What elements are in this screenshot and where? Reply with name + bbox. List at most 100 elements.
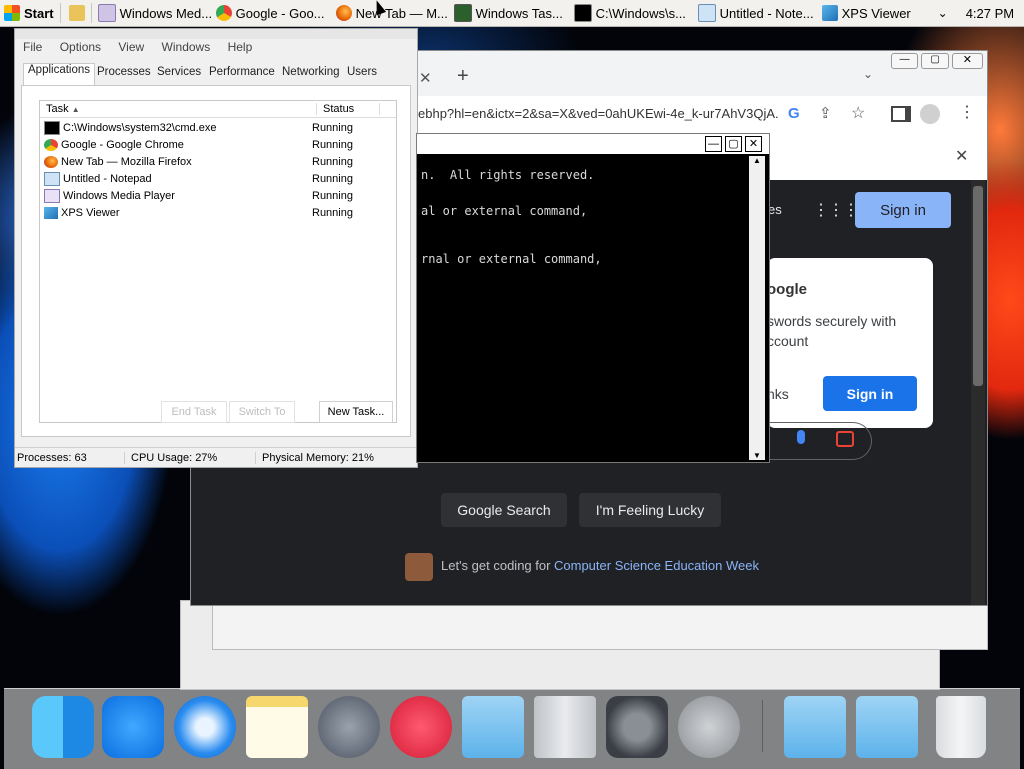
system-preferences-icon[interactable] <box>606 696 668 758</box>
taskbar-item-chrome[interactable]: Google - Goo... <box>212 2 332 24</box>
app-store-icon[interactable] <box>102 696 164 758</box>
minimize-icon[interactable]: — <box>891 53 919 69</box>
menu-file[interactable]: File <box>23 40 42 54</box>
doodle-link[interactable]: Computer Science Education Week <box>554 558 759 573</box>
taskbar-item-task-manager[interactable]: Windows Tas... <box>450 2 570 24</box>
list-item[interactable]: Untitled - Notepad Running <box>44 170 394 187</box>
column-header-task[interactable]: Task ▲ <box>40 103 317 115</box>
new-tab-icon[interactable]: + <box>457 65 469 88</box>
tray-chevron-icon[interactable]: ⌄ <box>938 6 948 20</box>
tab-performance[interactable]: Performance <box>205 66 279 84</box>
voice-search-icon[interactable] <box>797 430 805 444</box>
sign-in-popup: oogle swords securely with ccount nks Si… <box>767 258 933 428</box>
switch-to-button[interactable]: Switch To <box>229 401 295 423</box>
folder-icon[interactable] <box>462 696 524 758</box>
apps-grid-icon[interactable]: ⋮⋮⋮ <box>813 200 859 220</box>
popup-sign-in-button[interactable]: Sign in <box>823 376 917 411</box>
address-bar[interactable]: ebhp?hl=en&ictx=2&sa=X&ved=0ahUKEwi-4e_k… <box>418 106 778 121</box>
scroll-up-icon[interactable]: ▲ <box>753 156 761 165</box>
list-item[interactable]: Windows Media Player Running <box>44 187 394 204</box>
column-header-status[interactable]: Status <box>317 103 380 115</box>
list-item[interactable]: C:\Windows\system32\cmd.exe Running <box>44 119 394 136</box>
chrome-scrollbar-thumb[interactable] <box>973 186 983 386</box>
documents-folder-icon[interactable] <box>856 696 918 758</box>
menu-options[interactable]: Options <box>60 40 101 54</box>
quick-launch-folder-icon[interactable] <box>68 5 85 21</box>
cmd-close-icon[interactable]: ✕ <box>745 136 762 152</box>
safari-icon[interactable] <box>174 696 236 758</box>
profile-avatar-icon[interactable] <box>920 104 940 124</box>
cmd-maximize-icon[interactable]: ▢ <box>725 136 742 152</box>
menu-view[interactable]: View <box>118 40 144 54</box>
tab-users[interactable]: Users <box>343 66 381 84</box>
task-name: Google - Google Chrome <box>61 138 184 151</box>
task-name: XPS Viewer <box>61 206 120 219</box>
side-panel-icon[interactable] <box>891 106 911 122</box>
status-bar: Processes: 63 CPU Usage: 27% Physical Me… <box>15 447 417 467</box>
application-list[interactable]: Task ▲ Status C:\Windows\system32\cmd.ex… <box>39 100 397 423</box>
physical-memory: Physical Memory: 21% <box>262 451 374 464</box>
clock[interactable]: 4:27 PM <box>966 6 1014 21</box>
music-icon[interactable] <box>390 696 452 758</box>
feeling-lucky-button[interactable]: I'm Feeling Lucky <box>579 493 721 527</box>
tab-processes[interactable]: Processes <box>93 66 155 84</box>
end-task-button[interactable]: End Task <box>161 401 227 423</box>
cmd-icon <box>44 120 60 135</box>
task-status: Running <box>312 121 353 134</box>
media-player-icon <box>44 188 60 203</box>
new-task-label: New Task... <box>327 406 385 418</box>
google-search-button[interactable]: Google Search <box>441 493 567 527</box>
doodle-icon[interactable] <box>405 553 433 581</box>
list-item[interactable]: Google - Google Chrome Running <box>44 136 394 153</box>
power-icon[interactable] <box>678 696 740 758</box>
taskbar-item-firefox[interactable]: New Tab — M... <box>332 2 450 24</box>
tab-search-icon[interactable]: ⌄ <box>863 67 873 81</box>
tab-services[interactable]: Services <box>153 66 205 84</box>
cmd-titlebar[interactable]: — ▢ ✕ <box>417 134 769 154</box>
taskbar-item-notepad[interactable]: Untitled - Note... <box>694 2 818 24</box>
menu-windows[interactable]: Windows <box>162 40 211 54</box>
taskbar-item-cmd[interactable]: C:\Windows\s... <box>570 2 694 24</box>
task-manager-window: File Options View Windows Help Applicati… <box>14 28 418 468</box>
cmd-scrollbar[interactable]: ▲ ▼ <box>749 156 765 460</box>
menu-bar: File Options View Windows Help <box>23 40 266 54</box>
downloads-folder-icon[interactable] <box>784 696 846 758</box>
notepad-icon <box>44 171 60 186</box>
notepad-icon <box>697 4 716 22</box>
taskbar-separator <box>59 3 61 23</box>
cmd-output-line: al or external command, <box>421 204 588 218</box>
mac-pro-icon[interactable] <box>534 696 596 758</box>
list-item[interactable]: New Tab — Mozilla Firefox Running <box>44 153 394 170</box>
scroll-down-icon[interactable]: ▼ <box>753 451 761 460</box>
start-button[interactable]: Start <box>0 2 58 24</box>
launchpad-icon[interactable] <box>318 696 380 758</box>
cmd-output-line: n. All rights reserved. <box>421 168 595 182</box>
new-task-button[interactable]: New Task... <box>319 401 393 423</box>
menu-dots-icon[interactable]: ⋮ <box>959 102 975 122</box>
tab-close-icon[interactable]: ✕ <box>419 69 432 87</box>
taskbar-item-label: Windows Tas... <box>475 5 563 21</box>
chrome-scrollbar[interactable] <box>971 180 985 605</box>
share-icon[interactable]: ⇪ <box>819 104 832 122</box>
bookmark-star-icon[interactable]: ☆ <box>851 103 865 123</box>
header-link-fragment[interactable]: es <box>768 202 782 217</box>
task-manager-titlebar[interactable] <box>15 29 417 39</box>
tab-networking[interactable]: Networking <box>278 66 344 84</box>
popup-no-thanks-button[interactable]: nks <box>767 386 789 402</box>
close-icon[interactable]: ✕ <box>951 53 983 69</box>
taskbar-item-xps-viewer[interactable]: XPS Viewer <box>818 2 934 24</box>
task-name: C:\Windows\system32\cmd.exe <box>63 121 217 134</box>
maximize-icon[interactable]: ▢ <box>921 53 949 69</box>
google-lens-icon[interactable]: G <box>788 105 800 122</box>
menu-help[interactable]: Help <box>228 40 253 54</box>
finder-icon[interactable] <box>32 696 94 758</box>
header-sign-in-button[interactable]: Sign in <box>855 192 951 228</box>
info-bar-close-icon[interactable]: ✕ <box>955 146 968 166</box>
trash-icon[interactable] <box>936 696 986 758</box>
list-item[interactable]: XPS Viewer Running <box>44 204 394 221</box>
taskbar-item-media-player[interactable]: Windows Med... <box>94 2 212 24</box>
camera-search-icon[interactable] <box>836 431 854 447</box>
tab-applications[interactable]: Applications <box>23 63 96 86</box>
notes-icon[interactable] <box>246 696 308 758</box>
cmd-minimize-icon[interactable]: — <box>705 136 722 152</box>
